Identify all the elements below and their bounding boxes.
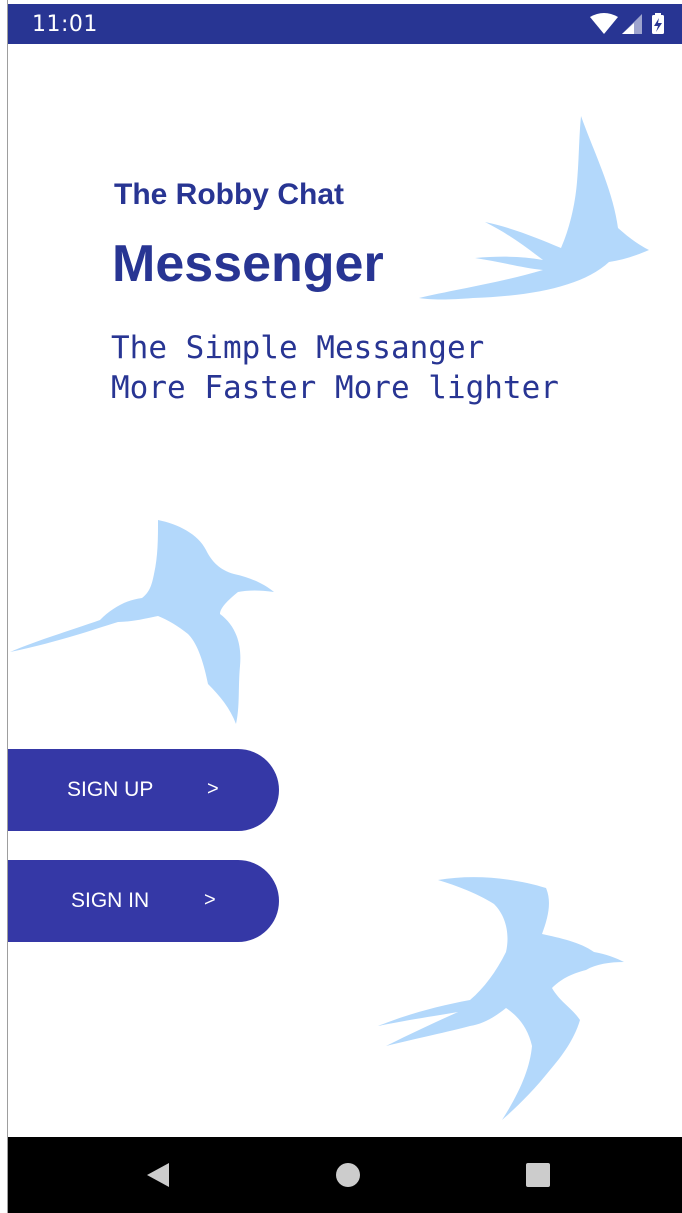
sign-in-button[interactable]: SIGN IN > [8, 860, 279, 942]
back-triangle-icon [147, 1163, 169, 1187]
swallow-illustration-top [419, 116, 649, 300]
status-bar: 11:01 [8, 4, 682, 44]
battery-charging-icon [652, 13, 664, 34]
sign-in-label: SIGN IN [71, 889, 150, 912]
app-subtitle: The Robby Chat [114, 178, 344, 211]
recents-square-icon [526, 1163, 550, 1187]
chevron-right-icon: > [207, 778, 219, 800]
swallow-illustration-middle [10, 520, 274, 724]
status-time: 11:01 [32, 12, 98, 37]
sign-up-button[interactable]: SIGN UP > [8, 749, 279, 831]
chevron-right-icon: > [204, 889, 216, 911]
welcome-screen: The Robby Chat Messenger The Simple Mess… [8, 44, 682, 1137]
app-tagline: The Simple Messanger More Faster More li… [111, 330, 559, 406]
home-circle-icon [336, 1163, 360, 1187]
app-title: Messenger [112, 235, 384, 293]
navigation-bar [8, 1137, 682, 1213]
nav-recents-button[interactable] [483, 1137, 593, 1213]
swallow-illustration-bottom [378, 877, 624, 1120]
nav-back-button[interactable] [103, 1137, 213, 1213]
nav-home-button[interactable] [293, 1137, 403, 1213]
status-icons [590, 13, 664, 34]
wifi-icon [590, 13, 618, 34]
sign-up-label: SIGN UP [67, 778, 154, 801]
window-edge [0, 0, 8, 1213]
